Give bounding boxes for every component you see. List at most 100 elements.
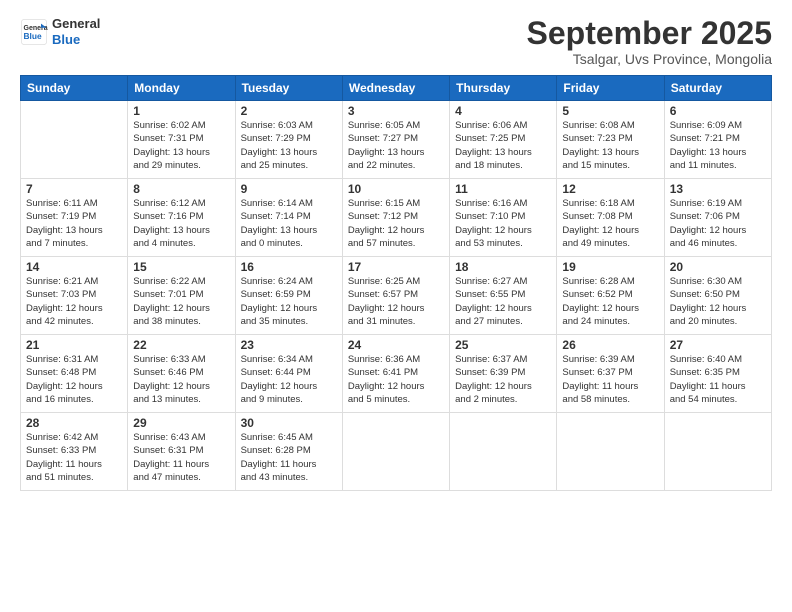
calendar-table: SundayMondayTuesdayWednesdayThursdayFrid… (20, 75, 772, 491)
calendar-cell: 6Sunrise: 6:09 AM Sunset: 7:21 PM Daylig… (664, 101, 771, 179)
day-number: 26 (562, 338, 658, 352)
calendar-cell: 13Sunrise: 6:19 AM Sunset: 7:06 PM Dayli… (664, 179, 771, 257)
day-info: Sunrise: 6:43 AM Sunset: 6:31 PM Dayligh… (133, 431, 229, 484)
day-info: Sunrise: 6:02 AM Sunset: 7:31 PM Dayligh… (133, 119, 229, 172)
logo: General Blue General Blue (20, 16, 100, 47)
calendar-week-3: 21Sunrise: 6:31 AM Sunset: 6:48 PM Dayli… (21, 335, 772, 413)
calendar-cell: 20Sunrise: 6:30 AM Sunset: 6:50 PM Dayli… (664, 257, 771, 335)
calendar-cell: 14Sunrise: 6:21 AM Sunset: 7:03 PM Dayli… (21, 257, 128, 335)
calendar-week-1: 7Sunrise: 6:11 AM Sunset: 7:19 PM Daylig… (21, 179, 772, 257)
day-number: 21 (26, 338, 122, 352)
calendar-cell: 5Sunrise: 6:08 AM Sunset: 7:23 PM Daylig… (557, 101, 664, 179)
calendar-header-wednesday: Wednesday (342, 76, 449, 101)
calendar-cell: 18Sunrise: 6:27 AM Sunset: 6:55 PM Dayli… (450, 257, 557, 335)
day-info: Sunrise: 6:25 AM Sunset: 6:57 PM Dayligh… (348, 275, 444, 328)
day-number: 13 (670, 182, 766, 196)
day-info: Sunrise: 6:31 AM Sunset: 6:48 PM Dayligh… (26, 353, 122, 406)
day-info: Sunrise: 6:06 AM Sunset: 7:25 PM Dayligh… (455, 119, 551, 172)
day-info: Sunrise: 6:22 AM Sunset: 7:01 PM Dayligh… (133, 275, 229, 328)
day-number: 8 (133, 182, 229, 196)
day-info: Sunrise: 6:42 AM Sunset: 6:33 PM Dayligh… (26, 431, 122, 484)
day-info: Sunrise: 6:08 AM Sunset: 7:23 PM Dayligh… (562, 119, 658, 172)
day-info: Sunrise: 6:27 AM Sunset: 6:55 PM Dayligh… (455, 275, 551, 328)
calendar-header-saturday: Saturday (664, 76, 771, 101)
calendar-header-thursday: Thursday (450, 76, 557, 101)
calendar-week-4: 28Sunrise: 6:42 AM Sunset: 6:33 PM Dayli… (21, 413, 772, 491)
day-number: 4 (455, 104, 551, 118)
day-number: 22 (133, 338, 229, 352)
calendar-cell: 4Sunrise: 6:06 AM Sunset: 7:25 PM Daylig… (450, 101, 557, 179)
day-number: 18 (455, 260, 551, 274)
day-number: 14 (26, 260, 122, 274)
calendar-cell: 11Sunrise: 6:16 AM Sunset: 7:10 PM Dayli… (450, 179, 557, 257)
day-number: 17 (348, 260, 444, 274)
calendar-cell (557, 413, 664, 491)
calendar-cell: 26Sunrise: 6:39 AM Sunset: 6:37 PM Dayli… (557, 335, 664, 413)
day-number: 27 (670, 338, 766, 352)
calendar-week-0: 1Sunrise: 6:02 AM Sunset: 7:31 PM Daylig… (21, 101, 772, 179)
calendar-cell: 3Sunrise: 6:05 AM Sunset: 7:27 PM Daylig… (342, 101, 449, 179)
day-number: 25 (455, 338, 551, 352)
day-info: Sunrise: 6:45 AM Sunset: 6:28 PM Dayligh… (241, 431, 337, 484)
day-info: Sunrise: 6:19 AM Sunset: 7:06 PM Dayligh… (670, 197, 766, 250)
calendar-header-friday: Friday (557, 76, 664, 101)
page: General Blue General Blue September 2025… (0, 0, 792, 612)
calendar-cell: 23Sunrise: 6:34 AM Sunset: 6:44 PM Dayli… (235, 335, 342, 413)
day-info: Sunrise: 6:39 AM Sunset: 6:37 PM Dayligh… (562, 353, 658, 406)
calendar-cell: 27Sunrise: 6:40 AM Sunset: 6:35 PM Dayli… (664, 335, 771, 413)
day-number: 9 (241, 182, 337, 196)
calendar-cell: 17Sunrise: 6:25 AM Sunset: 6:57 PM Dayli… (342, 257, 449, 335)
day-number: 16 (241, 260, 337, 274)
day-number: 24 (348, 338, 444, 352)
calendar-cell: 24Sunrise: 6:36 AM Sunset: 6:41 PM Dayli… (342, 335, 449, 413)
day-info: Sunrise: 6:16 AM Sunset: 7:10 PM Dayligh… (455, 197, 551, 250)
day-number: 7 (26, 182, 122, 196)
calendar-header-tuesday: Tuesday (235, 76, 342, 101)
calendar-cell: 12Sunrise: 6:18 AM Sunset: 7:08 PM Dayli… (557, 179, 664, 257)
day-number: 29 (133, 416, 229, 430)
day-number: 28 (26, 416, 122, 430)
calendar-cell: 29Sunrise: 6:43 AM Sunset: 6:31 PM Dayli… (128, 413, 235, 491)
day-number: 6 (670, 104, 766, 118)
logo-text-general: General (52, 16, 100, 32)
calendar-cell: 28Sunrise: 6:42 AM Sunset: 6:33 PM Dayli… (21, 413, 128, 491)
day-number: 15 (133, 260, 229, 274)
day-number: 20 (670, 260, 766, 274)
day-info: Sunrise: 6:12 AM Sunset: 7:16 PM Dayligh… (133, 197, 229, 250)
calendar-cell: 22Sunrise: 6:33 AM Sunset: 6:46 PM Dayli… (128, 335, 235, 413)
day-number: 10 (348, 182, 444, 196)
day-number: 12 (562, 182, 658, 196)
day-number: 5 (562, 104, 658, 118)
day-info: Sunrise: 6:34 AM Sunset: 6:44 PM Dayligh… (241, 353, 337, 406)
header: General Blue General Blue September 2025… (20, 16, 772, 67)
day-info: Sunrise: 6:11 AM Sunset: 7:19 PM Dayligh… (26, 197, 122, 250)
calendar-cell: 1Sunrise: 6:02 AM Sunset: 7:31 PM Daylig… (128, 101, 235, 179)
day-info: Sunrise: 6:03 AM Sunset: 7:29 PM Dayligh… (241, 119, 337, 172)
day-info: Sunrise: 6:05 AM Sunset: 7:27 PM Dayligh… (348, 119, 444, 172)
calendar-cell (664, 413, 771, 491)
calendar-header-monday: Monday (128, 76, 235, 101)
day-info: Sunrise: 6:18 AM Sunset: 7:08 PM Dayligh… (562, 197, 658, 250)
calendar-cell: 2Sunrise: 6:03 AM Sunset: 7:29 PM Daylig… (235, 101, 342, 179)
day-number: 11 (455, 182, 551, 196)
calendar-cell: 10Sunrise: 6:15 AM Sunset: 7:12 PM Dayli… (342, 179, 449, 257)
day-info: Sunrise: 6:24 AM Sunset: 6:59 PM Dayligh… (241, 275, 337, 328)
calendar-header-row: SundayMondayTuesdayWednesdayThursdayFrid… (21, 76, 772, 101)
day-info: Sunrise: 6:30 AM Sunset: 6:50 PM Dayligh… (670, 275, 766, 328)
day-info: Sunrise: 6:33 AM Sunset: 6:46 PM Dayligh… (133, 353, 229, 406)
calendar-cell: 16Sunrise: 6:24 AM Sunset: 6:59 PM Dayli… (235, 257, 342, 335)
month-title: September 2025 (527, 16, 772, 51)
day-info: Sunrise: 6:36 AM Sunset: 6:41 PM Dayligh… (348, 353, 444, 406)
calendar-cell: 15Sunrise: 6:22 AM Sunset: 7:01 PM Dayli… (128, 257, 235, 335)
calendar-cell (21, 101, 128, 179)
day-info: Sunrise: 6:28 AM Sunset: 6:52 PM Dayligh… (562, 275, 658, 328)
day-info: Sunrise: 6:37 AM Sunset: 6:39 PM Dayligh… (455, 353, 551, 406)
calendar-cell: 21Sunrise: 6:31 AM Sunset: 6:48 PM Dayli… (21, 335, 128, 413)
calendar-cell (342, 413, 449, 491)
calendar-cell: 30Sunrise: 6:45 AM Sunset: 6:28 PM Dayli… (235, 413, 342, 491)
calendar-cell: 8Sunrise: 6:12 AM Sunset: 7:16 PM Daylig… (128, 179, 235, 257)
calendar-cell: 25Sunrise: 6:37 AM Sunset: 6:39 PM Dayli… (450, 335, 557, 413)
calendar-header-sunday: Sunday (21, 76, 128, 101)
day-info: Sunrise: 6:14 AM Sunset: 7:14 PM Dayligh… (241, 197, 337, 250)
calendar-cell: 19Sunrise: 6:28 AM Sunset: 6:52 PM Dayli… (557, 257, 664, 335)
